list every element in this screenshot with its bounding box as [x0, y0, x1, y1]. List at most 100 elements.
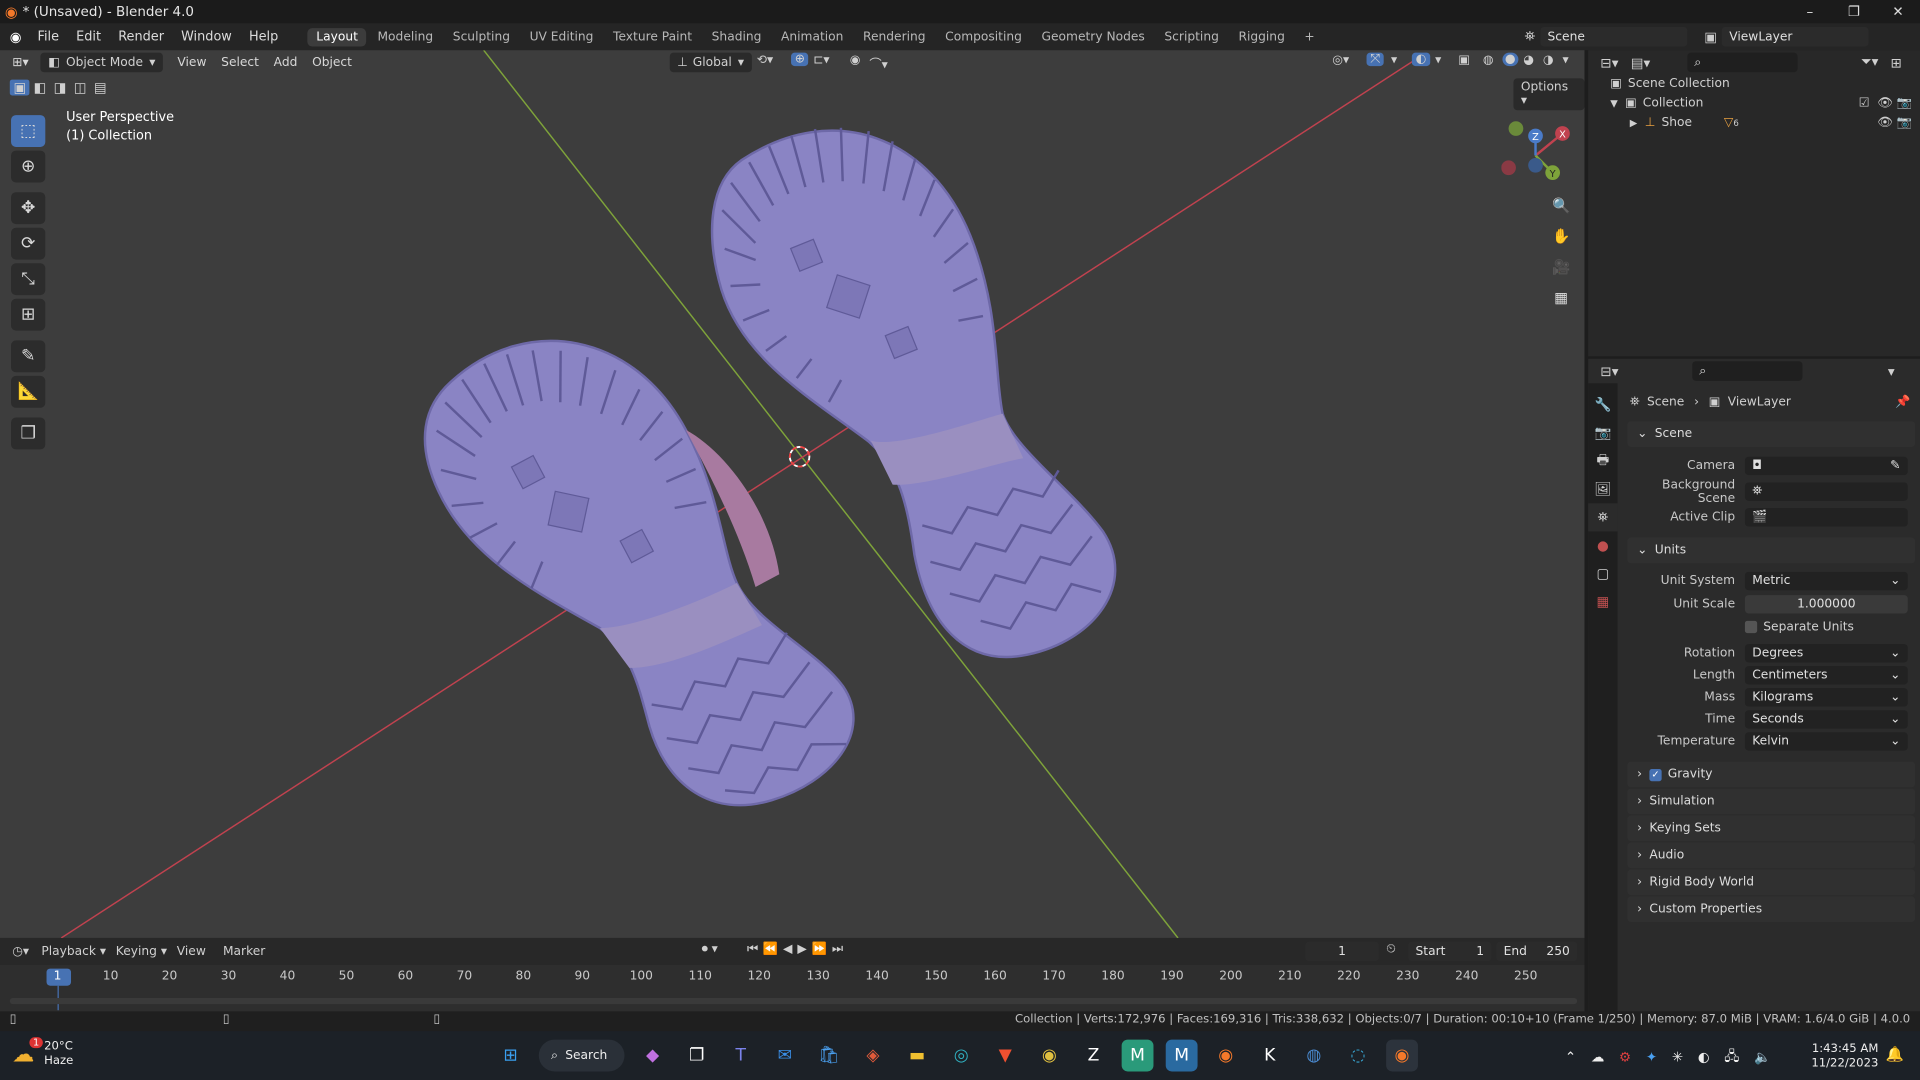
- qbittorrent-icon[interactable]: ◍: [1298, 1040, 1330, 1072]
- measure-tool[interactable]: 📐: [11, 375, 46, 408]
- tab-modeling[interactable]: Modeling: [369, 28, 442, 46]
- add-cube-tool[interactable]: ❒: [11, 417, 46, 450]
- tray-settings-icon[interactable]: ✳: [1672, 1049, 1683, 1065]
- rendered-shading-icon[interactable]: ◑: [1543, 54, 1554, 67]
- mail-icon[interactable]: ✉: [769, 1040, 801, 1072]
- render-tab-icon[interactable]: 📷: [1588, 419, 1617, 447]
- overlay-icon[interactable]: ◐: [1411, 52, 1430, 67]
- record-icon[interactable]: ⏺ ▾: [702, 943, 718, 956]
- blender-menu-icon[interactable]: ◉: [0, 29, 29, 45]
- close-button[interactable]: ✕: [1876, 0, 1920, 23]
- jump-end-icon[interactable]: ⏭: [832, 943, 848, 956]
- time-select[interactable]: Seconds ⌄: [1744, 709, 1908, 728]
- tab-geometry-nodes[interactable]: Geometry Nodes: [1033, 28, 1153, 46]
- tab-animation[interactable]: Animation: [772, 28, 852, 46]
- solid-shading-icon[interactable]: ●: [1502, 52, 1519, 67]
- viewport-menu-select[interactable]: Select: [214, 56, 266, 69]
- play-icon[interactable]: ▶: [797, 943, 811, 956]
- tray-app-icon[interactable]: ⚙: [1619, 1049, 1631, 1065]
- select-new-icon[interactable]: ▣: [9, 79, 30, 96]
- camera-icon[interactable]: 📷: [1897, 94, 1912, 114]
- snap-icon[interactable]: ⊕: [791, 52, 809, 67]
- exclude-checkbox[interactable]: ☑: [1859, 94, 1870, 114]
- temperature-select[interactable]: Kelvin ⌄: [1744, 731, 1908, 751]
- tab-layout[interactable]: Layout: [307, 27, 367, 46]
- pivot-icon[interactable]: ⟲▾: [757, 54, 773, 67]
- select-invert-icon[interactable]: ◫: [70, 80, 90, 96]
- start-frame-field[interactable]: Start 1: [1408, 941, 1492, 962]
- panel-rigid-body-world-header[interactable]: › Rigid Body World: [1627, 869, 1916, 896]
- edge-icon[interactable]: ◎: [945, 1040, 977, 1072]
- tab-shading[interactable]: Shading: [703, 28, 770, 46]
- camera-view-icon[interactable]: 🎥: [1548, 253, 1575, 280]
- panel-keying-sets-header[interactable]: › Keying Sets: [1627, 815, 1916, 842]
- world-tab-icon[interactable]: ●: [1588, 531, 1617, 559]
- new-collection-icon[interactable]: ⊞: [1891, 54, 1902, 70]
- pan-hand-icon[interactable]: ✋: [1548, 223, 1575, 250]
- app-ring-icon[interactable]: ◌: [1342, 1040, 1374, 1072]
- camera-icon[interactable]: 📷: [1897, 114, 1912, 134]
- eyedropper-icon[interactable]: ✎: [1890, 459, 1900, 472]
- ortho-grid-icon[interactable]: ▦: [1548, 284, 1575, 311]
- mode-selector[interactable]: ◧ Object Mode ▾: [40, 52, 163, 73]
- eye-icon[interactable]: 👁: [1877, 114, 1893, 134]
- viewport-menu-object[interactable]: Object: [305, 56, 360, 69]
- prev-keyframe-icon[interactable]: ⏪: [763, 943, 783, 956]
- preview-range-icon[interactable]: ⏲: [1386, 943, 1396, 956]
- panel-audio-header[interactable]: › Audio: [1627, 842, 1916, 869]
- xray-icon[interactable]: ▣: [1458, 54, 1470, 67]
- select-intersect-icon[interactable]: ▤: [90, 80, 110, 96]
- timeline-menu-playback[interactable]: Playback ▾: [41, 945, 106, 958]
- outliner-item-scene-collection[interactable]: ▣ Scene Collection: [1610, 75, 1920, 95]
- annotate-tool[interactable]: ✎: [11, 340, 46, 373]
- tab-uv-editing[interactable]: UV Editing: [521, 28, 602, 46]
- store-icon[interactable]: 🛍: [813, 1040, 845, 1072]
- gizmo-chevron-icon[interactable]: ▾: [1391, 54, 1397, 67]
- view-layer-tab-icon[interactable]: 🖼: [1588, 475, 1617, 503]
- taskbar-search-box[interactable]: ⌕ Search: [538, 1039, 625, 1072]
- editor-type-icon[interactable]: ⊟▾: [1600, 54, 1618, 70]
- viewport-menu-add[interactable]: Add: [266, 56, 304, 69]
- network-icon[interactable]: 🖧: [1724, 1046, 1739, 1069]
- maximize-button[interactable]: ❐: [1832, 0, 1876, 23]
- app-m-icon[interactable]: M: [1121, 1039, 1154, 1072]
- display-mode-icon[interactable]: ▤▾: [1631, 54, 1650, 70]
- menu-edit[interactable]: Edit: [68, 29, 110, 44]
- next-keyframe-icon[interactable]: ⏩: [812, 943, 832, 956]
- copilot-icon[interactable]: ◆: [637, 1040, 669, 1072]
- outliner-item-shoe[interactable]: ▶ ⊥ Shoe ▽ 6 👁 📷: [1610, 114, 1920, 134]
- expand-arrow-icon[interactable]: ▼: [1610, 94, 1618, 114]
- tab-rendering[interactable]: Rendering: [854, 28, 934, 46]
- panel-units-header[interactable]: ⌄ Units: [1627, 537, 1916, 564]
- scene-selector[interactable]: Scene: [1540, 26, 1688, 47]
- overlay-chevron-icon[interactable]: ▾: [1435, 54, 1441, 67]
- panel-simulation-header[interactable]: › Simulation: [1627, 788, 1916, 815]
- scene-tab-icon[interactable]: ⛯: [1588, 503, 1618, 532]
- menu-file[interactable]: File: [29, 29, 68, 44]
- clock[interactable]: 1:43:45 AM 11/22/2023: [1810, 1042, 1878, 1071]
- visibility-icon[interactable]: ◎▾: [1332, 54, 1349, 67]
- viewport-menu-view[interactable]: View: [170, 56, 214, 69]
- jump-start-icon[interactable]: ⏮: [747, 943, 763, 956]
- shading-chevron-icon[interactable]: ▾: [1562, 54, 1568, 67]
- tab-sculpting[interactable]: Sculpting: [444, 28, 518, 46]
- unit-system-select[interactable]: Metric ⌄: [1744, 571, 1908, 590]
- editor-type-icon[interactable]: ⊟▾: [1600, 363, 1618, 379]
- panel-gravity-header[interactable]: › ✓ Gravity: [1627, 761, 1916, 788]
- editor-type-icon[interactable]: ⊞▾: [0, 56, 36, 69]
- scale-tool[interactable]: ⤡: [11, 263, 46, 296]
- pin-icon[interactable]: 📌: [1895, 395, 1910, 408]
- tray-chevron-icon[interactable]: ⌃: [1565, 1049, 1576, 1065]
- navigation-gizmo[interactable]: X Y Z: [1501, 116, 1574, 185]
- orientation-selector[interactable]: ⊥ Global ▾: [669, 52, 752, 73]
- texture-tab-icon[interactable]: ▦: [1588, 588, 1617, 616]
- unit-scale-field[interactable]: 1.000000: [1744, 594, 1908, 613]
- zbrush-icon[interactable]: Z: [1078, 1040, 1110, 1072]
- wireframe-shading-icon[interactable]: ◍: [1483, 54, 1494, 67]
- cursor-tool[interactable]: ⊕: [11, 150, 46, 183]
- office-icon[interactable]: ◈: [857, 1040, 889, 1072]
- chrome-icon[interactable]: ◉: [1033, 1040, 1065, 1072]
- eye-icon[interactable]: 👁: [1877, 94, 1893, 114]
- timeline-scrollbar[interactable]: [9, 997, 1578, 1005]
- length-select[interactable]: Centimeters ⌄: [1744, 665, 1908, 684]
